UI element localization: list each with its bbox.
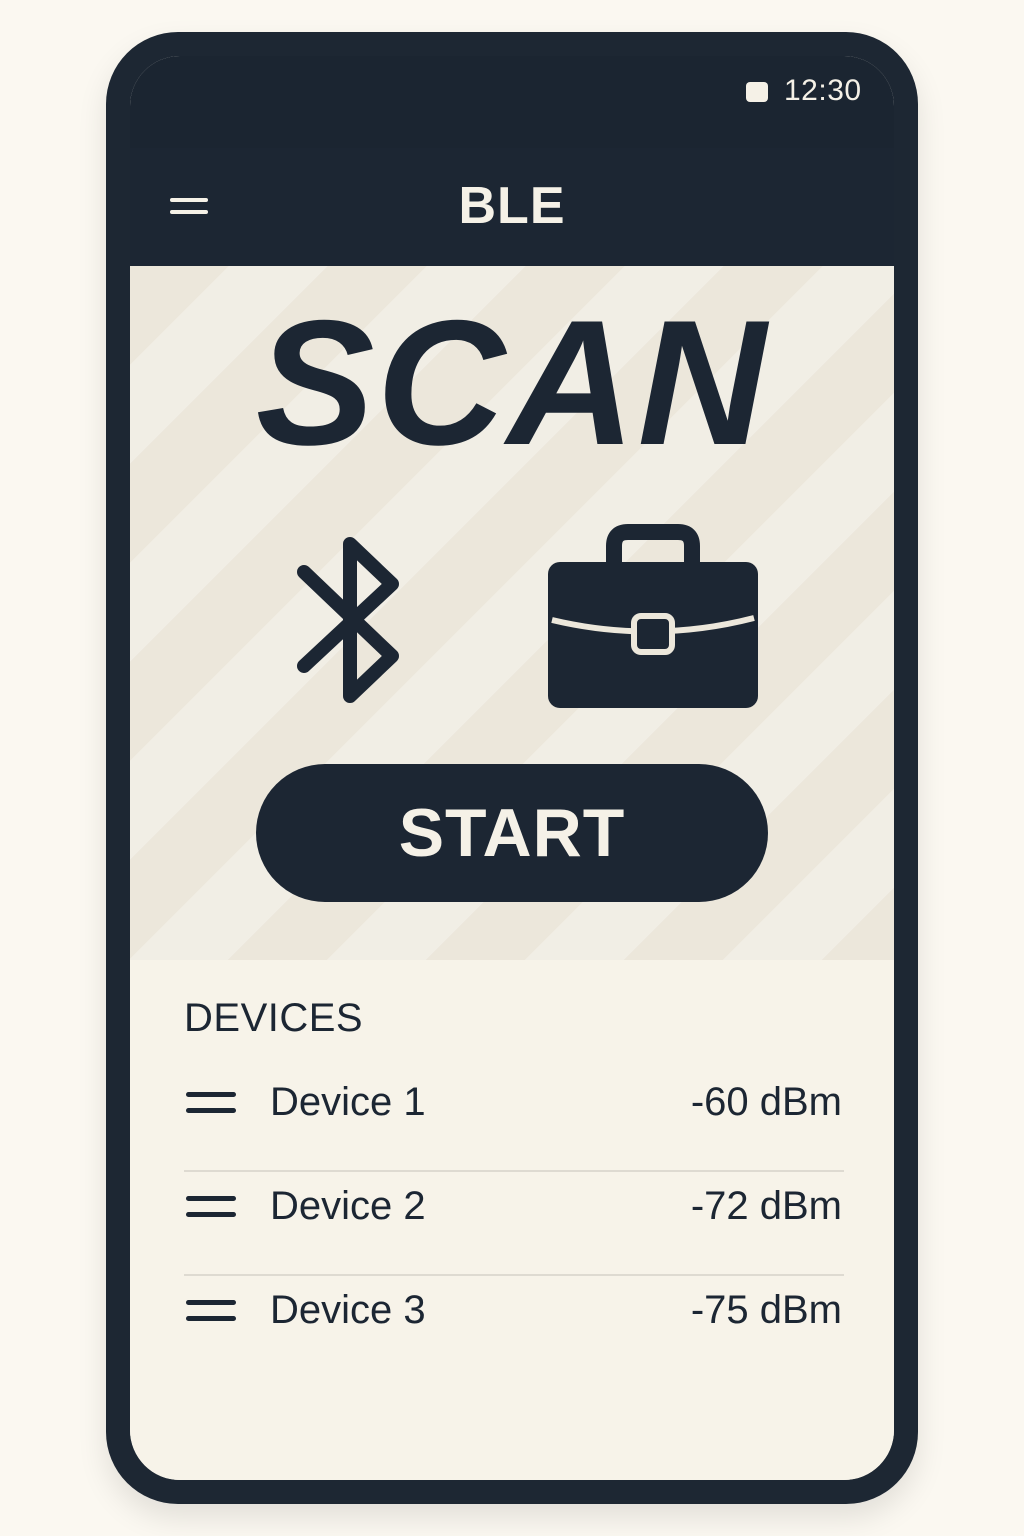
app-bar: BLE bbox=[130, 148, 894, 266]
device-row-3[interactable]: Device 3 -75 dBm bbox=[184, 1274, 844, 1378]
devices-section: DEVICES Device 1 -60 dBm Device 2 -72 dB… bbox=[130, 960, 894, 1480]
device-name: Device 1 bbox=[270, 1080, 426, 1124]
app-title: BLE bbox=[458, 177, 566, 235]
phone-screen: 12:30 BLE SCAN START DEVICES Device 1 -6… bbox=[130, 56, 894, 1480]
list-icon bbox=[186, 1090, 238, 1120]
device-signal: -60 dBm bbox=[690, 1080, 842, 1124]
device-signal: -75 dBm bbox=[690, 1288, 842, 1332]
briefcase-icon bbox=[548, 524, 758, 708]
bluetooth-icon bbox=[297, 537, 399, 703]
scan-hero: SCAN START bbox=[130, 266, 894, 960]
device-signal: -72 dBm bbox=[690, 1184, 842, 1228]
battery-icon bbox=[746, 82, 768, 102]
scan-title: SCAN bbox=[255, 283, 769, 482]
device-name: Device 3 bbox=[270, 1288, 426, 1332]
status-bar: 12:30 bbox=[130, 56, 894, 148]
phone-frame: 12:30 BLE SCAN START DEVICES Device 1 -6… bbox=[106, 32, 918, 1504]
list-icon bbox=[186, 1298, 238, 1328]
device-name: Device 2 bbox=[270, 1184, 426, 1228]
device-row-2[interactable]: Device 2 -72 dBm bbox=[184, 1170, 844, 1276]
list-icon bbox=[186, 1194, 238, 1224]
status-time: 12:30 bbox=[784, 74, 862, 107]
start-button[interactable]: START bbox=[256, 764, 768, 902]
devices-heading: DEVICES bbox=[184, 996, 364, 1040]
device-row-1[interactable]: Device 1 -60 dBm bbox=[184, 1066, 844, 1172]
